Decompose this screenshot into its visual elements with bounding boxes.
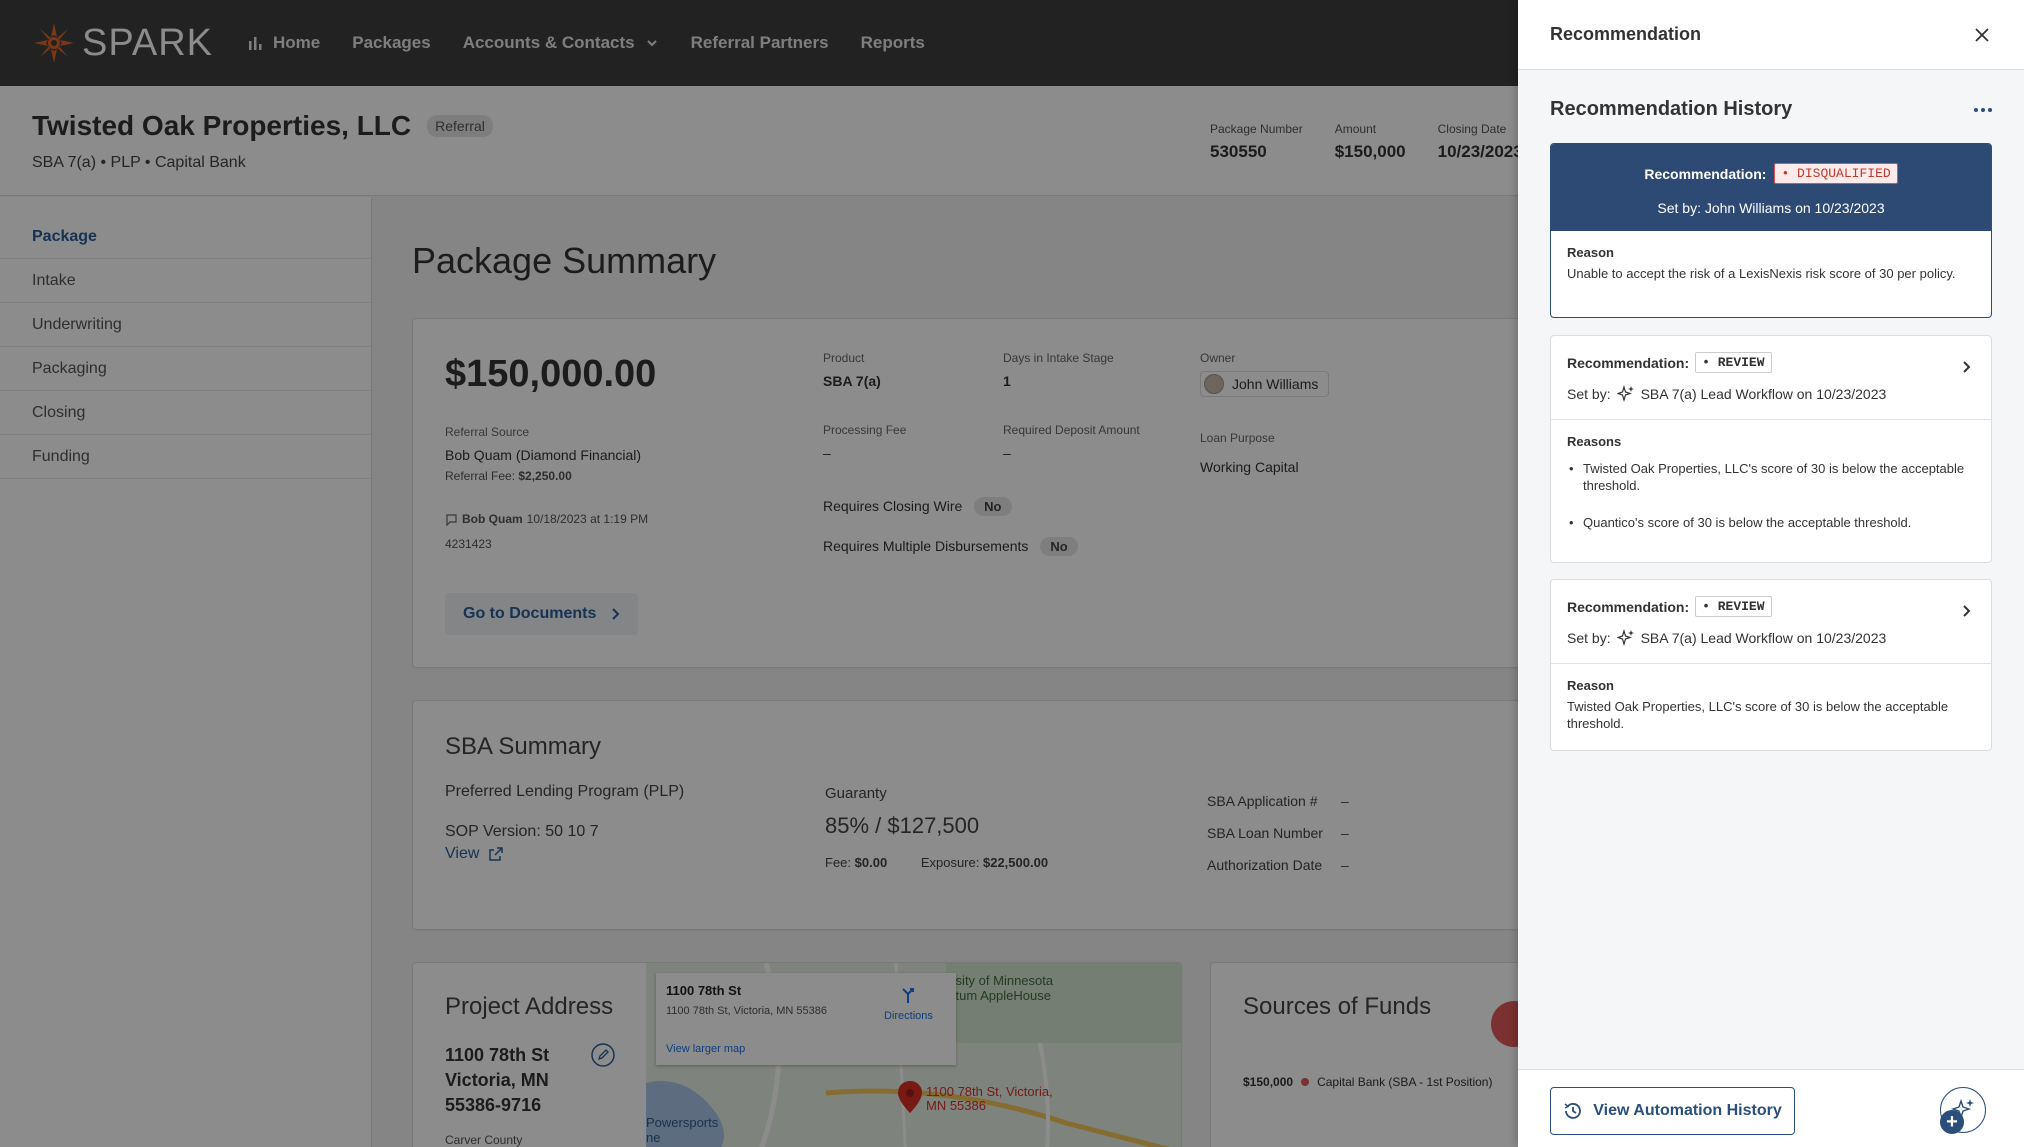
recommendation-card-review-2[interactable]: Recommendation: • REVIEW Set by: SBA 7(a… bbox=[1550, 579, 1992, 751]
panel-header: Recommendation bbox=[1518, 0, 2024, 70]
reason-block: Reason Twisted Oak Properties, LLC's sco… bbox=[1551, 664, 1991, 747]
rec-line: Recommendation: • REVIEW bbox=[1567, 352, 1975, 373]
reasons-label: Reasons bbox=[1567, 434, 1622, 449]
status-badge-review: • REVIEW bbox=[1695, 596, 1772, 617]
set-by-label: Set by: bbox=[1567, 386, 1611, 402]
set-by-value: SBA 7(a) Lead Workflow on 10/23/2023 bbox=[1640, 630, 1887, 646]
history-icon bbox=[1564, 1103, 1582, 1119]
expand-card-button[interactable] bbox=[1961, 604, 1971, 623]
set-by-row: Set by: SBA 7(a) Lead Workflow on 10/23/… bbox=[1567, 629, 1975, 647]
set-by: Set by: John Williams on 10/23/2023 bbox=[1657, 200, 1885, 216]
set-by-row: Set by: SBA 7(a) Lead Workflow on 10/23/… bbox=[1567, 385, 1975, 403]
close-panel-button[interactable] bbox=[1972, 25, 1992, 45]
reasons-list: Twisted Oak Properties, LLC's score of 3… bbox=[1567, 461, 1975, 532]
sparkle-icon bbox=[1616, 385, 1634, 403]
reason-block: Reason Unable to accept the risk of a Le… bbox=[1551, 231, 1991, 297]
close-icon bbox=[1975, 27, 1989, 42]
rec-label: Recommendation: bbox=[1567, 598, 1690, 615]
current-rec-header: Recommendation: • DISQUALIFIED Set by: J… bbox=[1551, 144, 1991, 231]
add-icon: + bbox=[1940, 1110, 1964, 1134]
view-automation-history-button[interactable]: View Automation History bbox=[1550, 1087, 1795, 1135]
rec-line: Recommendation: • REVIEW bbox=[1567, 596, 1975, 617]
rec-label: Recommendation: bbox=[1644, 165, 1767, 182]
panel-footer: View Automation History + bbox=[1518, 1069, 2024, 1147]
modal-backdrop[interactable] bbox=[0, 0, 1518, 1147]
chevron-right-icon bbox=[1963, 605, 1971, 617]
status-badge-review: • REVIEW bbox=[1695, 352, 1772, 373]
list-item: Quantico's score of 30 is below the acce… bbox=[1567, 515, 1975, 532]
rec-card-header: Recommendation: • REVIEW Set by: SBA 7(a… bbox=[1551, 580, 1991, 664]
set-by-value: SBA 7(a) Lead Workflow on 10/23/2023 bbox=[1640, 386, 1887, 402]
list-item: Twisted Oak Properties, LLC's score of 3… bbox=[1567, 461, 1975, 495]
rec-line: Recommendation: • DISQUALIFIED bbox=[1551, 163, 1991, 184]
more-options-button[interactable] bbox=[1974, 107, 1992, 112]
reasons-block: Reasons Twisted Oak Properties, LLC's sc… bbox=[1551, 420, 1991, 566]
recommendation-panel: Recommendation Recommendation History Re… bbox=[1518, 0, 2024, 1147]
rec-label: Recommendation: bbox=[1567, 354, 1690, 371]
reason-text: Twisted Oak Properties, LLC's score of 3… bbox=[1567, 698, 1949, 731]
history-header: Recommendation History bbox=[1550, 98, 1992, 121]
reason-text: Unable to accept the risk of a LexisNexi… bbox=[1567, 265, 1956, 281]
expand-card-button[interactable] bbox=[1961, 360, 1971, 379]
chevron-right-icon bbox=[1963, 361, 1971, 373]
reason-label: Reason bbox=[1567, 678, 1614, 693]
recommendation-card-current: Recommendation: • DISQUALIFIED Set by: J… bbox=[1550, 143, 1992, 318]
panel-title: Recommendation bbox=[1550, 24, 1702, 44]
rec-card-header: Recommendation: • REVIEW Set by: SBA 7(a… bbox=[1551, 336, 1991, 420]
view-automation-label: View Automation History bbox=[1593, 1102, 1782, 1119]
recommendation-card-review-1[interactable]: Recommendation: • REVIEW Set by: SBA 7(a… bbox=[1550, 335, 1992, 563]
history-title: Recommendation History bbox=[1550, 98, 1793, 120]
sparkle-icon bbox=[1616, 629, 1634, 647]
reason-label: Reason bbox=[1567, 245, 1614, 260]
status-badge-disqualified: • DISQUALIFIED bbox=[1774, 163, 1898, 184]
set-by-label: Set by: bbox=[1567, 630, 1611, 646]
